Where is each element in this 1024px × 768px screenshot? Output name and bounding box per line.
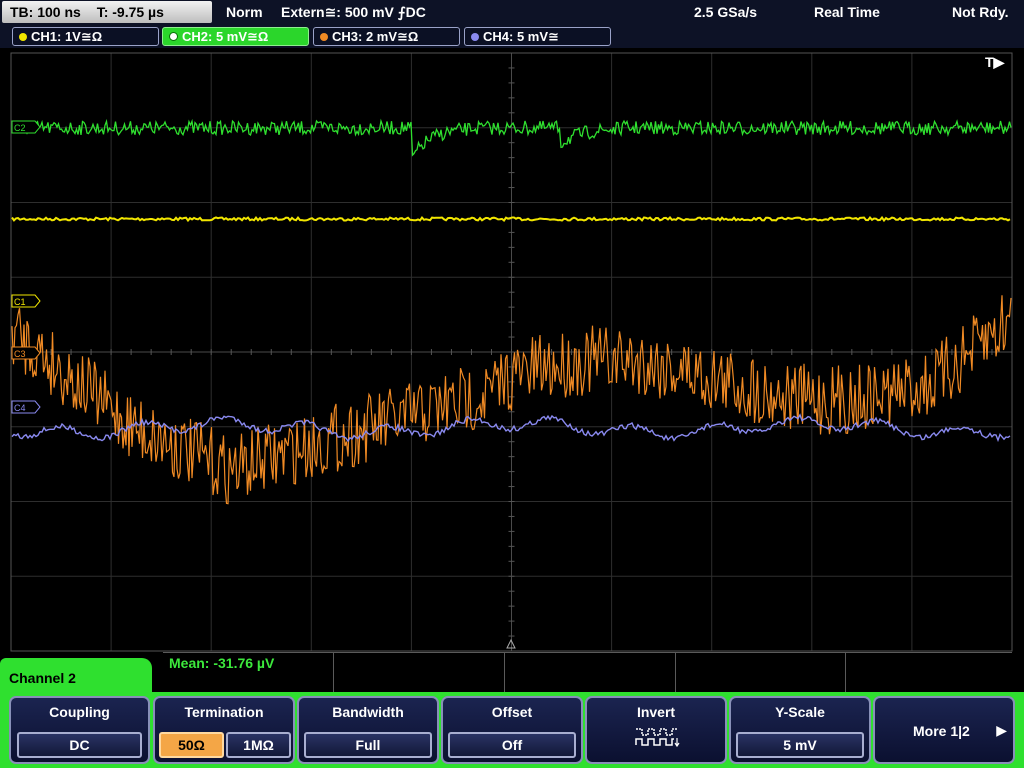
bandwidth-value-button[interactable]: Full	[304, 732, 432, 758]
coupling-title: Coupling	[49, 704, 110, 720]
channel-1-label: CH1: 1V≅Ω	[31, 29, 103, 44]
bandwidth-title: Bandwidth	[332, 704, 404, 720]
channel-2-level-marker[interactable]: C2	[11, 120, 41, 134]
invert-title: Invert	[636, 704, 676, 720]
graticule-grid	[10, 52, 1013, 651]
channel-4-label: CH4: 5 mV≅	[483, 29, 559, 44]
waveform-svg: C1 C2 C3 C4 T▶	[10, 52, 1013, 652]
mean-measurement: Mean: -31.76 µV	[169, 655, 275, 671]
channel-2-label: CH2: 5 mV≅Ω	[182, 29, 269, 44]
status-bar: TB: 100 ns T: -9.75 µs Norm Extern≅: 500…	[0, 0, 1024, 26]
trigger-time-value: T: -9.75 µs	[96, 4, 164, 20]
channel-3-chip[interactable]: CH3: 2 mV≅Ω	[313, 27, 460, 46]
measurement-cell[interactable]	[845, 653, 1012, 692]
channel-1-level-marker[interactable]: C1	[11, 294, 41, 308]
measurement-cell[interactable]	[504, 653, 676, 692]
coupling-softkey[interactable]: Coupling DC	[9, 696, 150, 764]
termination-title: Termination	[184, 704, 264, 720]
channel-3-level-marker[interactable]: C3	[11, 346, 41, 360]
acquisition-mode[interactable]: Norm	[226, 0, 263, 24]
channel-1-chip[interactable]: CH1: 1V≅Ω	[12, 27, 159, 46]
channel-2-color-dot	[169, 32, 178, 42]
termination-50ohm-button[interactable]: 50Ω	[159, 732, 224, 758]
termination-softkey[interactable]: Termination 50Ω 1MΩ	[153, 696, 295, 764]
channel-1-color-dot	[19, 32, 27, 41]
chevron-right-icon: ▶	[996, 722, 1007, 738]
offset-value-button[interactable]: Off	[448, 732, 576, 758]
trigger-position-marker[interactable]: T▶	[985, 54, 1006, 70]
run-state: Not Rdy.	[952, 4, 1009, 20]
invert-waveform-icon	[635, 728, 680, 748]
y-scale-value-button[interactable]: 5 mV	[736, 732, 864, 758]
timebase-box[interactable]: TB: 100 ns T: -9.75 µs	[2, 1, 212, 23]
channel-bar: CH1: 1V≅Ω CH2: 5 mV≅Ω CH3: 2 mV≅Ω CH4: 5…	[0, 26, 1024, 48]
more-label: More 1|2	[913, 723, 970, 739]
offset-softkey[interactable]: Offset Off	[441, 696, 583, 764]
termination-1mohm-button[interactable]: 1MΩ	[226, 732, 291, 758]
trigger-info[interactable]: Extern≅: 500 mV ⨍DC	[281, 0, 426, 24]
y-scale-softkey[interactable]: Y-Scale 5 mV	[729, 696, 871, 764]
measurement-strip: Mean: -31.76 µV	[163, 652, 1012, 693]
timebase-value: TB: 100 ns	[10, 4, 81, 20]
svg-text:C2: C2	[14, 123, 26, 133]
invert-softkey[interactable]: Invert	[585, 696, 727, 764]
measurement-cell[interactable]	[675, 653, 846, 692]
y-scale-title: Y-Scale	[775, 704, 825, 720]
channel-4-color-dot	[471, 32, 479, 41]
coupling-value-button[interactable]: DC	[17, 732, 142, 758]
channel-3-label: CH3: 2 mV≅Ω	[332, 29, 419, 44]
channel-3-color-dot	[320, 32, 328, 41]
sample-rate: 2.5 GSa/s	[694, 4, 758, 20]
bandwidth-softkey[interactable]: Bandwidth Full	[297, 696, 439, 764]
offset-title: Offset	[491, 704, 533, 720]
more-softkey[interactable]: More 1|2 ▶	[873, 696, 1015, 764]
measurement-cell[interactable]	[333, 653, 505, 692]
channel-4-level-marker[interactable]: C4	[11, 400, 41, 414]
waveform-display[interactable]: C1 C2 C3 C4 T▶	[0, 48, 1024, 654]
channel-2-chip[interactable]: CH2: 5 mV≅Ω	[162, 27, 309, 46]
svg-text:C1: C1	[14, 297, 26, 307]
channel-4-chip[interactable]: CH4: 5 mV≅	[464, 27, 611, 46]
acquisition-type: Real Time	[814, 4, 880, 20]
svg-text:C3: C3	[14, 349, 26, 359]
svg-text:C4: C4	[14, 403, 26, 413]
